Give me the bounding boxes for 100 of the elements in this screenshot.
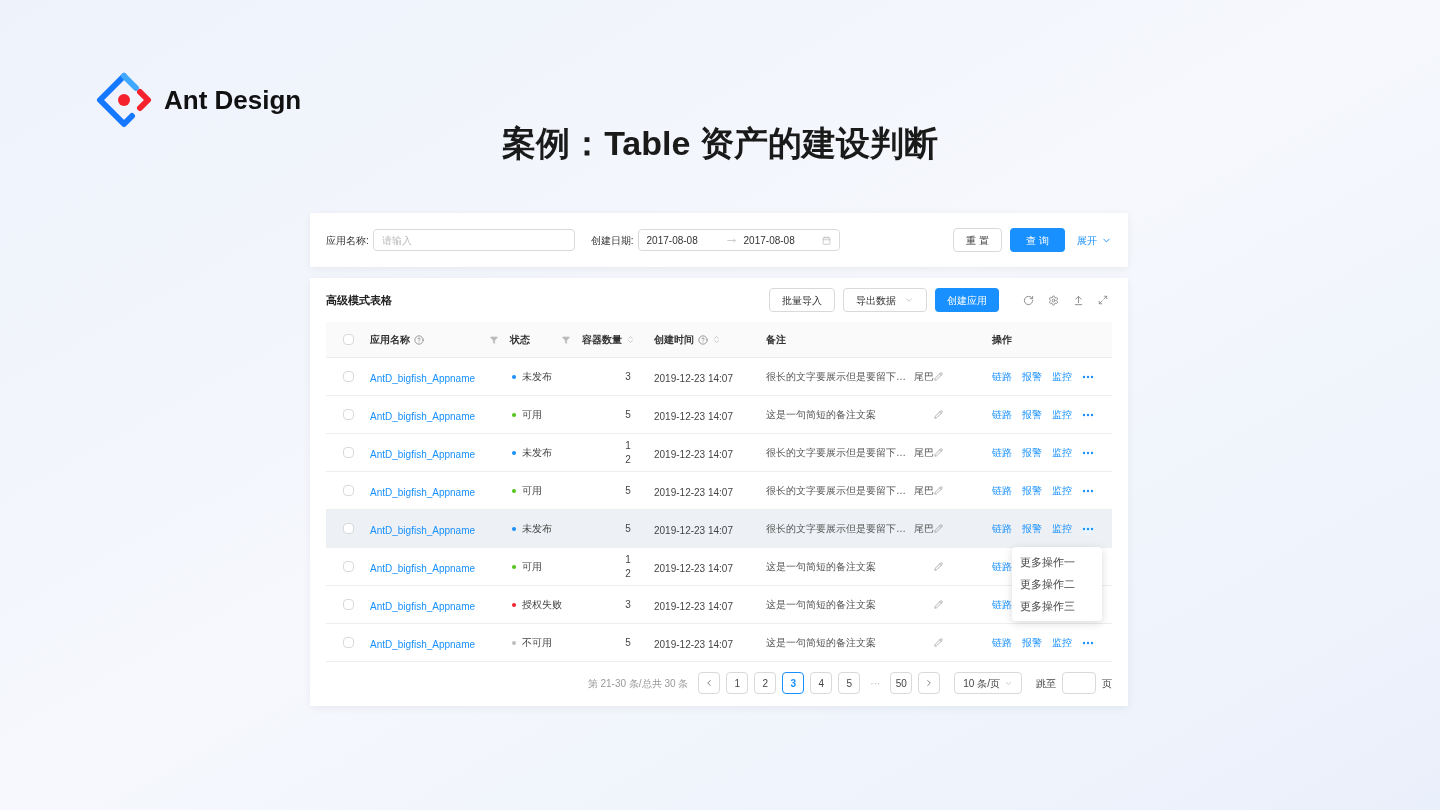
action-link[interactable]: 链路 (992, 559, 1012, 574)
page-button[interactable]: 1 (726, 672, 749, 694)
column-header: 操作 (992, 333, 1012, 347)
status-text: 可用 (522, 484, 542, 498)
app-name-link[interactable]: AntD_bigfish_Appname (370, 486, 476, 498)
filter-icon[interactable] (562, 335, 570, 344)
action-link[interactable]: 监控 (1052, 521, 1072, 536)
action-link[interactable]: 监控 (1052, 635, 1072, 650)
action-link[interactable]: 报警 (1022, 521, 1042, 536)
app-name-link[interactable]: AntD_bigfish_Appname (370, 372, 476, 384)
created-time: 2019-12-23 14:07 (654, 372, 733, 384)
menu-item[interactable]: 更多操作三 (1012, 595, 1102, 617)
app-name-link[interactable]: AntD_bigfish_Appname (370, 410, 476, 422)
action-link[interactable]: 链路 (992, 483, 1012, 498)
action-link[interactable]: 监控 (1052, 483, 1072, 498)
action-link[interactable]: 报警 (1022, 445, 1042, 460)
page-button[interactable]: 3 (782, 672, 805, 694)
note-tail: 尾巴 (914, 484, 934, 498)
container-count: 12 (624, 438, 632, 467)
edit-icon[interactable] (934, 562, 943, 571)
page-button[interactable]: 50 (890, 672, 913, 694)
row-checkbox[interactable] (343, 371, 354, 382)
action-link[interactable]: 链路 (992, 521, 1012, 536)
created-time: 2019-12-23 14:07 (654, 524, 733, 536)
row-checkbox[interactable] (343, 599, 354, 610)
import-button[interactable]: 批量导入 (769, 288, 835, 312)
app-name-link[interactable]: AntD_bigfish_Appname (370, 524, 476, 536)
app-name-input[interactable]: 请输入 (372, 229, 575, 251)
edit-icon[interactable] (934, 410, 943, 419)
more-icon[interactable] (1082, 411, 1094, 418)
app-name-link[interactable]: AntD_bigfish_Appname (370, 638, 476, 650)
row-checkbox[interactable] (343, 561, 354, 572)
edit-icon[interactable] (934, 372, 943, 381)
export-dropdown-button[interactable]: 导出数据 (843, 288, 927, 312)
note-tail: 尾巴 (914, 370, 934, 384)
page-button[interactable]: 5 (838, 672, 861, 694)
action-link[interactable]: 链路 (992, 369, 1012, 384)
row-checkbox[interactable] (343, 485, 354, 496)
sort-icon[interactable] (626, 335, 635, 344)
density-icon[interactable] (1073, 294, 1084, 306)
app-name-link[interactable]: AntD_bigfish_Appname (370, 562, 476, 574)
brand-logo-icon (96, 72, 152, 128)
edit-icon[interactable] (934, 600, 943, 609)
app-name-link[interactable]: AntD_bigfish_Appname (370, 448, 476, 460)
next-page-button[interactable] (918, 672, 941, 694)
more-icon[interactable] (1082, 449, 1094, 456)
row-checkbox[interactable] (343, 409, 354, 420)
edit-icon[interactable] (934, 448, 943, 457)
more-icon[interactable] (1082, 487, 1094, 494)
action-link[interactable]: 监控 (1052, 445, 1072, 460)
action-link[interactable]: 报警 (1022, 635, 1042, 650)
search-button[interactable]: 查 询 (1010, 228, 1065, 252)
menu-item[interactable]: 更多操作一 (1012, 551, 1102, 573)
action-link[interactable]: 链路 (992, 597, 1012, 612)
page-button[interactable]: 4 (810, 672, 833, 694)
more-icon[interactable] (1082, 373, 1094, 380)
action-link[interactable]: 报警 (1022, 407, 1042, 422)
created-time: 2019-12-23 14:07 (654, 562, 733, 574)
more-icon[interactable] (1082, 639, 1094, 646)
row-checkbox[interactable] (343, 447, 354, 458)
jump-page-input[interactable] (1062, 672, 1096, 694)
action-link[interactable]: 链路 (992, 635, 1012, 650)
create-app-button[interactable]: 创建应用 (935, 288, 999, 312)
edit-icon[interactable] (934, 486, 943, 495)
filter-icon[interactable] (490, 335, 498, 344)
select-all-checkbox[interactable] (343, 334, 354, 345)
column-header: 应用名称 (370, 333, 410, 347)
reset-button[interactable]: 重 置 (953, 228, 1003, 252)
sort-icon[interactable] (712, 335, 721, 344)
previous-page-button[interactable] (698, 672, 721, 694)
container-count: 3 (624, 369, 632, 384)
date-range-field[interactable]: 2017-08-08 2017-08-08 (637, 229, 840, 251)
app-name-link[interactable]: AntD_bigfish_Appname (370, 600, 476, 612)
note-text: 这是一句简短的备注文案 (766, 408, 876, 422)
action-link[interactable]: 监控 (1052, 407, 1072, 422)
more-icon[interactable] (1082, 525, 1094, 532)
row-checkbox[interactable] (343, 637, 354, 648)
calendar-icon (821, 235, 831, 245)
row-checkbox[interactable] (343, 523, 354, 534)
action-link[interactable]: 监控 (1052, 369, 1072, 384)
action-link[interactable]: 链路 (992, 407, 1012, 422)
jump-suffix: 页 (1102, 676, 1112, 691)
page-button[interactable]: 2 (754, 672, 777, 694)
container-count: 5 (624, 407, 632, 422)
fullscreen-icon[interactable] (1098, 295, 1108, 305)
status-text: 未发布 (522, 370, 552, 384)
settings-icon[interactable] (1048, 294, 1059, 306)
action-link[interactable]: 链路 (992, 445, 1012, 460)
page-ellipsis[interactable]: ··· (866, 675, 885, 691)
edit-icon[interactable] (934, 638, 943, 647)
action-link[interactable]: 报警 (1022, 369, 1042, 384)
column-header: 容器数量 (582, 333, 622, 347)
note-text: 很长的文字要展示但是要留下… (766, 522, 906, 536)
slide-title: 案例：Table 资产的建设判断 (502, 123, 938, 164)
refresh-icon[interactable] (1023, 294, 1034, 306)
edit-icon[interactable] (934, 524, 943, 533)
action-link[interactable]: 报警 (1022, 483, 1042, 498)
created-time: 2019-12-23 14:07 (654, 486, 733, 498)
page-size-select[interactable]: 10 条/页 (954, 672, 1022, 694)
expand-link[interactable]: 展开 (1077, 232, 1112, 248)
